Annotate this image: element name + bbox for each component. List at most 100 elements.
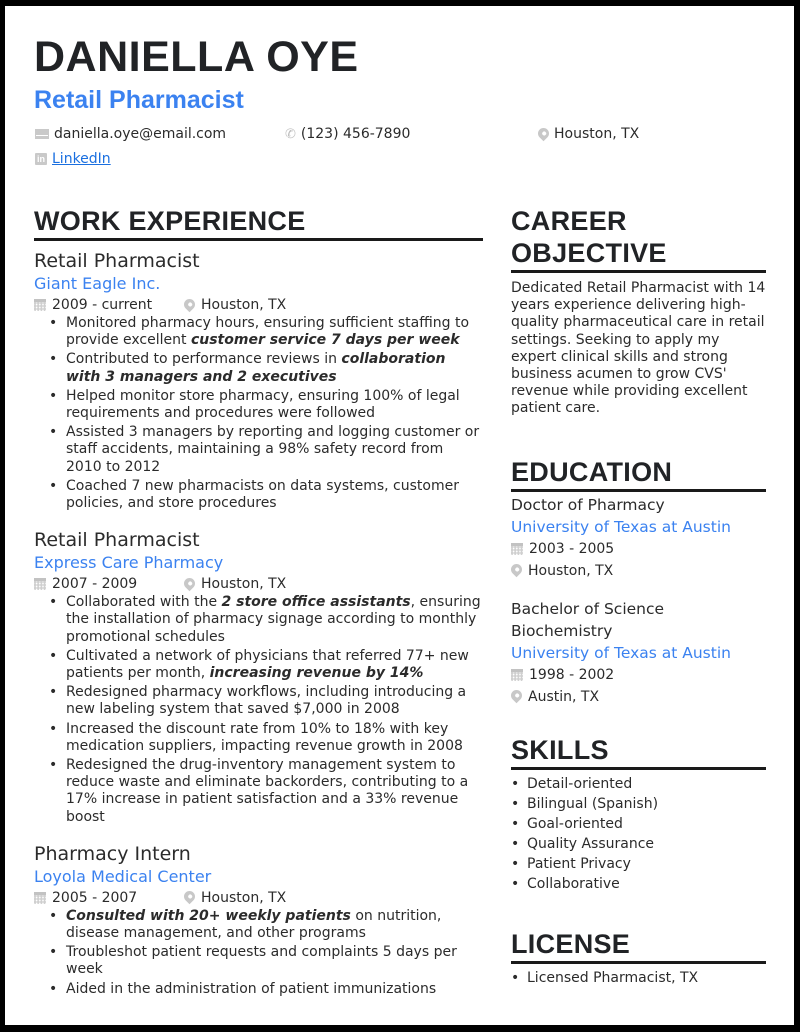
achievement-text: Assisted 3 managers by reporting and log… xyxy=(66,424,480,475)
achievement-text: Coached 7 new pharmacists on data system… xyxy=(66,477,459,512)
education-section: EDUCATION Doctor of Pharmacy University o… xyxy=(508,456,766,708)
right-column: CAREER OBJECTIVE Dedicated Retail Pharma… xyxy=(508,205,766,988)
education-list: Doctor of Pharmacy University of Texas at… xyxy=(508,494,766,708)
achievement-text: Redesigned the drug-inventory management… xyxy=(66,757,469,825)
candidate-name: DANIELLA OYE xyxy=(34,33,359,81)
calendar-icon xyxy=(34,299,46,311)
achievement-item: Redesigned pharmacy workflows, including… xyxy=(46,684,483,718)
achievement-item: Coached 7 new pharmacists on data system… xyxy=(46,478,483,512)
skill-item: Patient Privacy xyxy=(511,854,766,874)
phone-icon: ✆ xyxy=(285,126,296,142)
section-heading: CAREER OBJECTIVE xyxy=(511,205,766,269)
objective-text: Dedicated Retail Pharmacist with 14 year… xyxy=(511,280,766,417)
jobs-list: Retail Pharmacist Giant Eagle Inc. 2009 - … xyxy=(34,249,483,998)
job-dates: 2005 - 2007 xyxy=(52,889,138,906)
achievement-list: Collaborated with the 2 store office ass… xyxy=(46,594,483,826)
email-text: daniella.oye@email.com xyxy=(54,126,227,142)
achievement-item: Aided in the administration of patient i… xyxy=(46,981,483,998)
map-pin-icon xyxy=(181,575,198,592)
achievement-item: Assisted 3 managers by reporting and log… xyxy=(46,424,483,476)
location-text: Austin, TX xyxy=(528,688,600,705)
achievement-item: Helped monitor store pharmacy, ensuring … xyxy=(46,388,483,422)
job-meta: 2005 - 2007 Houston, TX xyxy=(34,888,483,908)
job-title: Retail Pharmacist xyxy=(34,250,200,272)
achievement-item: Troubleshot patient requests and complai… xyxy=(46,944,483,978)
candidate-title: Retail Pharmacist xyxy=(34,86,244,114)
calendar-icon xyxy=(511,542,523,555)
heading-line: CAREER xyxy=(511,206,627,236)
job-location: Houston, TX xyxy=(181,574,287,594)
license-list: Licensed Pharmacist, TX xyxy=(511,968,766,988)
skill-item: Collaborative xyxy=(511,874,766,894)
map-pin-icon xyxy=(508,561,525,578)
license-section: LICENSE Licensed Pharmacist, TX xyxy=(511,928,766,988)
map-pin-icon xyxy=(535,125,552,141)
achievement-list: Consulted with 20+ weekly patients on nu… xyxy=(46,908,483,998)
achievement-highlight: Consulted with 20+ weekly patients xyxy=(66,907,351,924)
job-dates: 2009 - current xyxy=(52,297,153,313)
section-divider xyxy=(511,766,766,770)
achievement-item: Monitored pharmacy hours, ensuring suffi… xyxy=(46,315,483,349)
job-location-text: Houston, TX xyxy=(201,576,287,593)
education-dates: 2003 - 2005 xyxy=(511,538,766,560)
education-entry: Bachelor of Science Biochemistry Universi… xyxy=(508,598,766,708)
job-location: Houston, TX xyxy=(181,295,287,315)
dates-text: 2003 - 2005 xyxy=(529,540,615,557)
education-location: Houston, TX xyxy=(508,560,766,582)
calendar-icon xyxy=(34,578,46,591)
company-name: Giant Eagle Inc. xyxy=(34,274,161,293)
linkedin-link[interactable]: LinkedIn xyxy=(52,152,111,166)
achievement-list: Monitored pharmacy hours, ensuring suffi… xyxy=(46,315,483,512)
achievement-text: Aided in the administration of patient i… xyxy=(66,980,437,997)
job-location-text: Houston, TX xyxy=(201,297,287,313)
skill-item: Bilingual (Spanish) xyxy=(511,794,766,814)
job-meta: 2007 - 2009 Houston, TX xyxy=(34,574,483,594)
achievement-text: Helped monitor store pharmacy, ensuring … xyxy=(66,387,460,422)
skill-item: Quality Assurance xyxy=(511,834,766,854)
job-location-text: Houston, TX xyxy=(201,889,287,906)
resume-page: DANIELLA OYE Retail Pharmacist daniella.… xyxy=(5,6,794,1025)
section-divider xyxy=(511,488,766,492)
job-entry: Retail Pharmacist Express Care Pharmacy 20… xyxy=(34,528,483,826)
education-location: Austin, TX xyxy=(508,686,766,708)
section-divider xyxy=(34,238,483,241)
contact-email: daniella.oye@email.com xyxy=(35,127,226,141)
achievement-item: Collaborated with the 2 store office ass… xyxy=(46,594,483,646)
linkedin-icon: in xyxy=(35,153,47,165)
section-divider xyxy=(511,960,766,964)
location-text: Houston, TX xyxy=(528,562,614,579)
achievement-highlight: customer service 7 days per week xyxy=(190,332,460,349)
achievement-text: Collaborated with the xyxy=(66,594,222,611)
skills-section: SKILLS Detail-orientedBilingual (Spanish… xyxy=(511,734,766,894)
achievement-text: Troubleshot patient requests and complai… xyxy=(66,944,457,978)
education-entry: Doctor of Pharmacy University of Texas at… xyxy=(508,494,766,582)
career-objective-section: CAREER OBJECTIVE Dedicated Retail Pharma… xyxy=(511,205,766,418)
job-dates: 2007 - 2009 xyxy=(52,576,138,593)
achievement-item: Consulted with 20+ weekly patients on nu… xyxy=(46,908,483,942)
dates-text: 1998 - 2002 xyxy=(529,666,615,683)
section-heading: LICENSE xyxy=(511,928,631,959)
skill-item: Goal-oriented xyxy=(511,814,766,834)
achievement-item: Increased the discount rate from 10% to … xyxy=(46,721,483,755)
job-title: Retail Pharmacist xyxy=(34,529,200,552)
achievement-highlight: 2 store office assistants xyxy=(221,594,411,611)
achievement-item: Cultivated a network of physicians that … xyxy=(46,648,483,682)
contact-linkedin: in LinkedIn xyxy=(35,152,111,166)
contact-location: Houston, TX xyxy=(535,125,639,141)
education-dates: 1998 - 2002 xyxy=(511,664,766,686)
heading-line: OBJECTIVE xyxy=(511,238,667,268)
job-location: Houston, TX xyxy=(181,888,287,908)
map-pin-icon xyxy=(508,687,525,704)
job-entry: Pharmacy Intern Loyola Medical Center 2005… xyxy=(34,842,483,998)
achievement-text: Contributed to performance reviews in xyxy=(66,351,342,368)
phone-text: (123) 456-7890 xyxy=(300,126,411,142)
degree: Bachelor of Science Biochemistry xyxy=(511,599,665,640)
achievement-text: Increased the discount rate from 10% to … xyxy=(66,720,463,754)
achievement-text: Redesigned pharmacy workflows, including… xyxy=(66,684,467,718)
envelope-icon xyxy=(35,129,49,139)
map-pin-icon xyxy=(181,889,198,905)
company-name: Express Care Pharmacy xyxy=(34,553,224,573)
job-entry: Retail Pharmacist Giant Eagle Inc. 2009 - … xyxy=(34,249,483,512)
contact-phone: ✆ (123) 456-7890 xyxy=(285,127,410,141)
achievement-highlight: increasing revenue by 14% xyxy=(209,665,424,682)
